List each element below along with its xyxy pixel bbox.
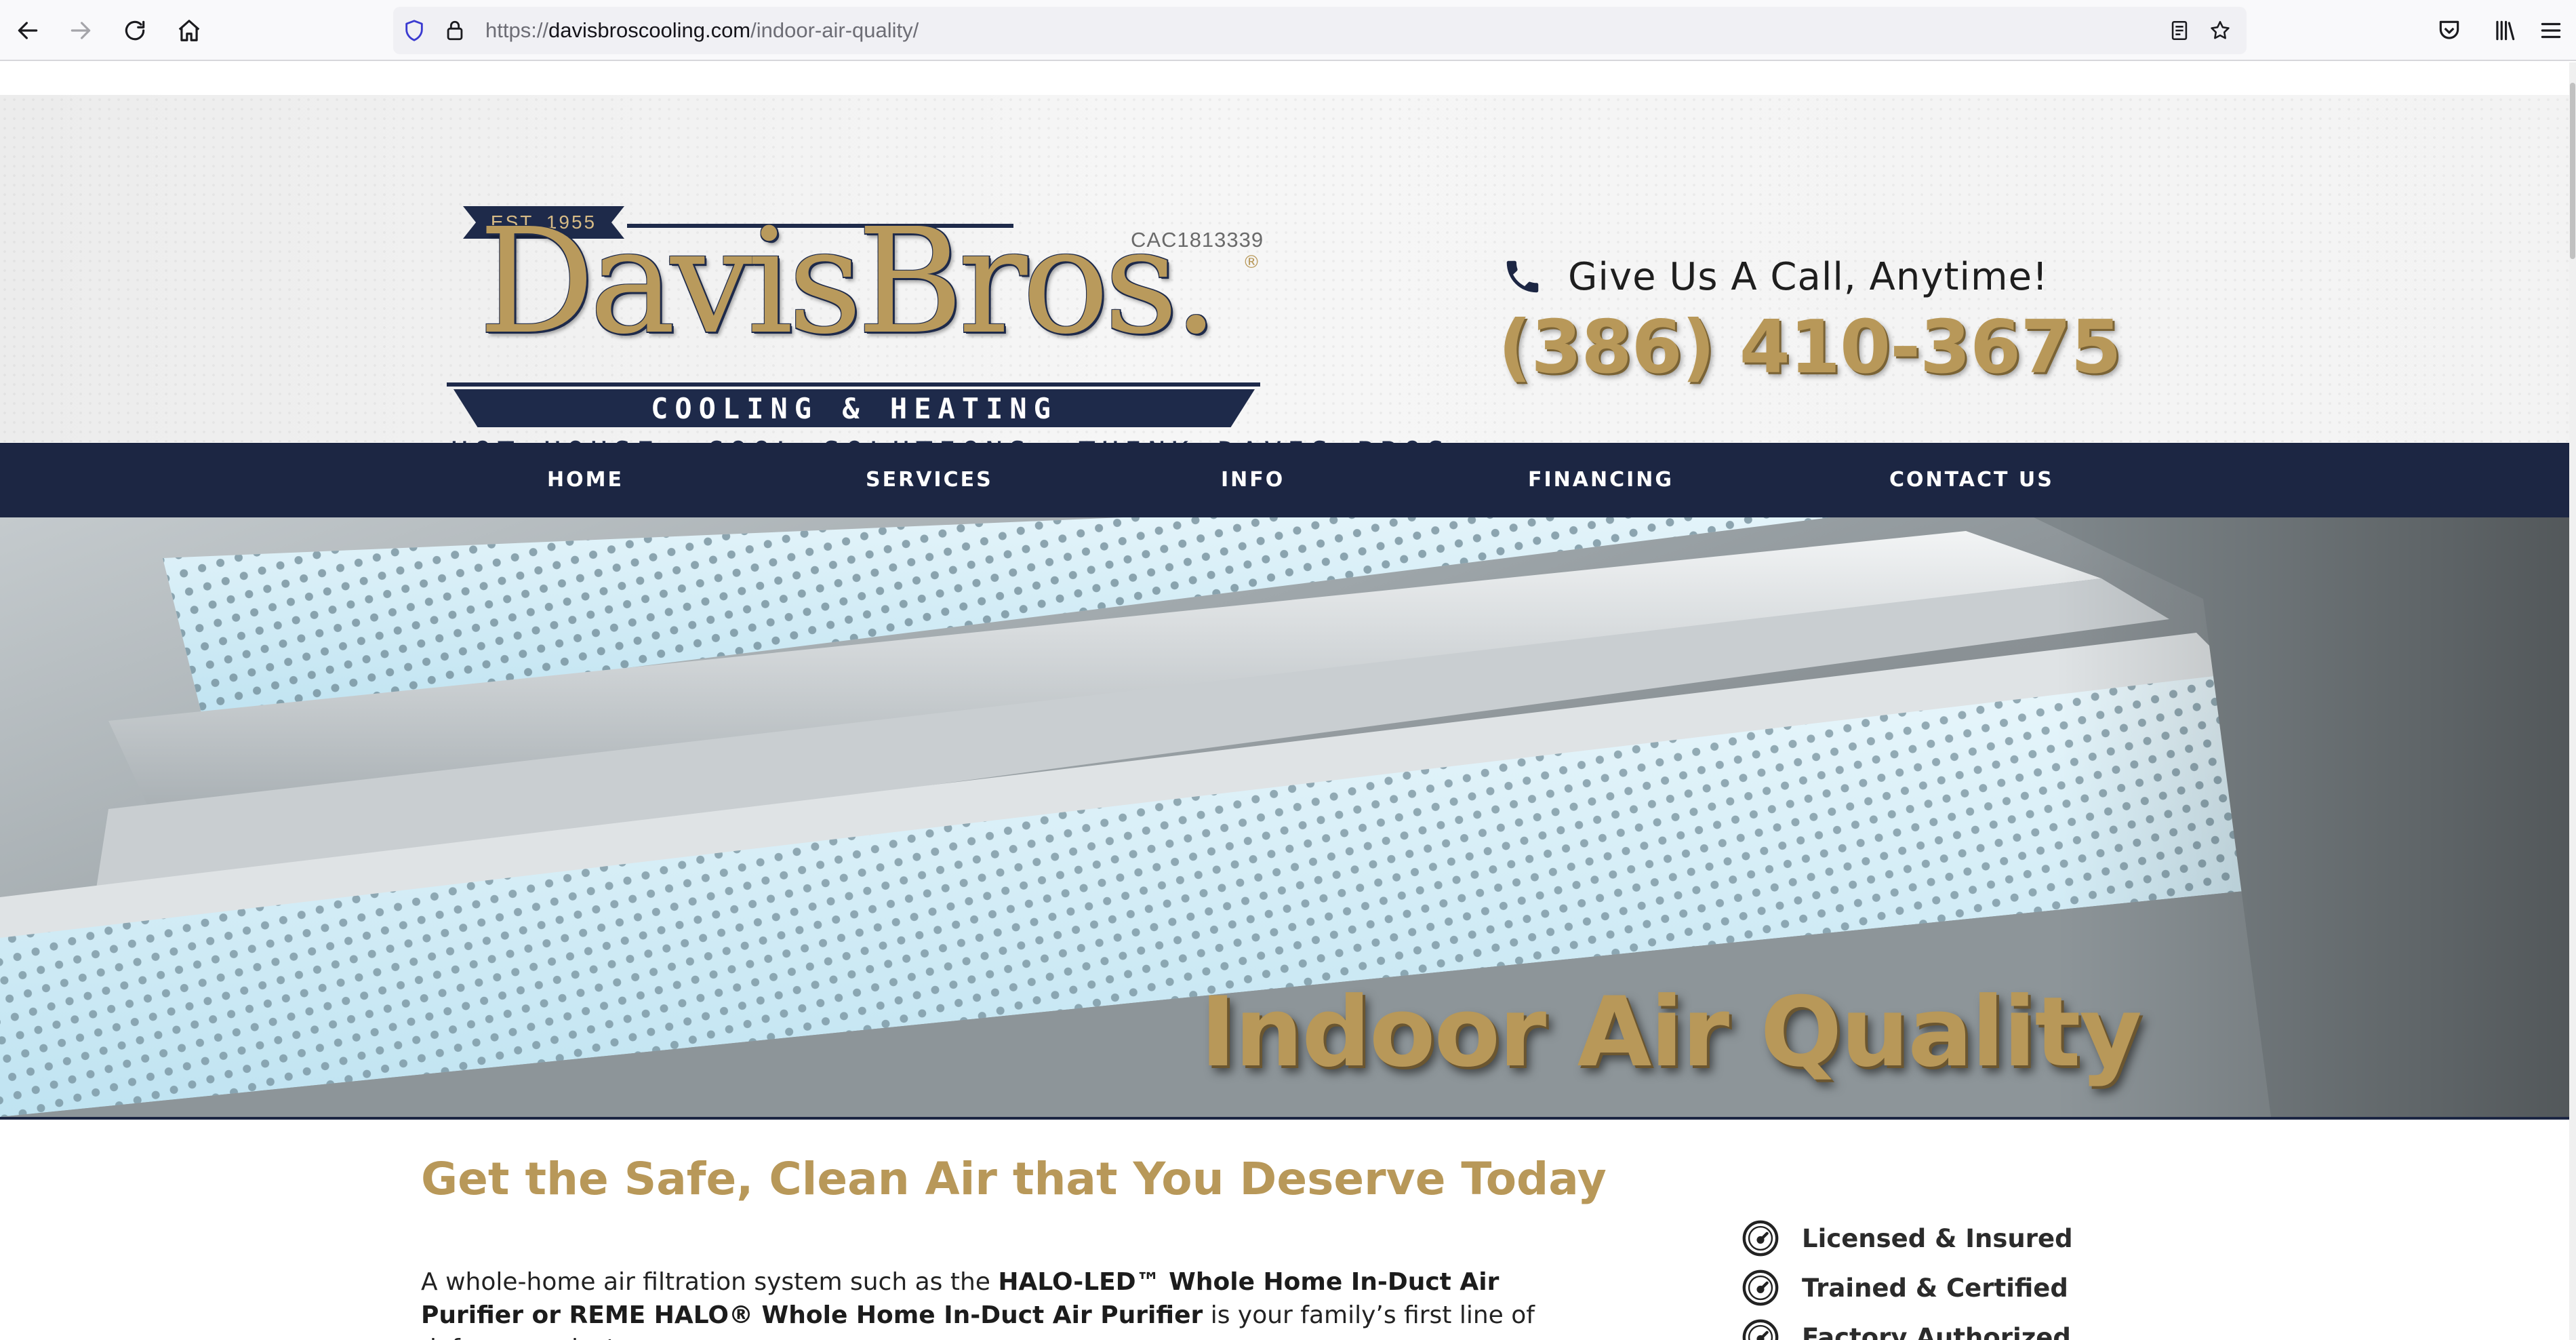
hero-title: Indoor Air Quality — [1200, 977, 2142, 1088]
page-viewport: CAC1813339 EST. 1955 COOLING & HEATING D… — [0, 61, 2569, 1340]
credential-item: Trained & Certified — [1741, 1267, 2068, 1308]
browser-toolbar: https://davisbroscooling.com/indoor-air-… — [0, 0, 2576, 61]
logo-band: COOLING & HEATING — [454, 389, 1255, 427]
credential-label: Licensed & Insured — [1802, 1223, 2073, 1253]
content-heading: Get the Safe, Clean Air that You Deserve… — [421, 1153, 1607, 1205]
lock-icon[interactable] — [442, 18, 468, 43]
home-icon — [178, 20, 200, 41]
pocket-button[interactable] — [2431, 12, 2468, 49]
reload-icon — [125, 20, 145, 41]
nav-item-info[interactable]: INFO — [1221, 443, 1285, 517]
url-text[interactable]: https://davisbroscooling.com/indoor-air-… — [485, 18, 919, 43]
library-button[interactable] — [2487, 12, 2523, 49]
url-scheme: https:// — [485, 18, 549, 42]
site-logo[interactable]: EST. 1955 COOLING & HEATING DavisBros. ®… — [437, 202, 1468, 473]
hero-banner: Indoor Air Quality — [0, 517, 2569, 1120]
shield-icon[interactable] — [401, 18, 427, 43]
home-button[interactable] — [171, 12, 207, 49]
gauge-icon — [1742, 1319, 1779, 1340]
reload-button[interactable] — [117, 12, 153, 49]
site-header: CAC1813339 EST. 1955 COOLING & HEATING D… — [0, 95, 2569, 469]
gauge-icon — [1742, 1269, 1779, 1306]
page-scrollbar[interactable] — [2569, 62, 2576, 1340]
content-body: A whole-home air filtration system such … — [421, 1265, 1546, 1340]
phone-number[interactable]: (386) 410-3675 — [1498, 305, 2122, 390]
forward-icon — [71, 22, 91, 39]
library-icon — [2496, 20, 2515, 41]
back-icon — [18, 22, 38, 39]
nav-item-services[interactable]: SERVICES — [866, 443, 993, 517]
address-bar[interactable]: https://davisbroscooling.com/indoor-air-… — [393, 7, 2247, 54]
body-intro: A whole-home air filtration system such … — [421, 1268, 999, 1296]
nav-item-financing[interactable]: FINANCING — [1528, 443, 1674, 517]
nav-item-contact-us[interactable]: CONTACT US — [1889, 443, 2054, 517]
gauge-icon — [1742, 1220, 1779, 1257]
credential-label: Factory Authorized — [1802, 1322, 2071, 1340]
credential-item: Factory Authorized — [1741, 1317, 2071, 1340]
pocket-icon — [2439, 20, 2459, 39]
scrollbar-thumb[interactable] — [2570, 83, 2575, 259]
credential-item: Licensed & Insured — [1741, 1218, 2073, 1259]
menu-icon — [2541, 22, 2561, 39]
logo-wordmark: DavisBros. — [443, 208, 1249, 357]
reader-view-icon[interactable] — [2167, 18, 2192, 43]
bookmark-star-icon[interactable] — [2207, 18, 2233, 43]
logo-band-text: COOLING & HEATING — [651, 392, 1058, 425]
registered-mark: ® — [1243, 252, 1260, 273]
logo-band-rule — [447, 382, 1260, 387]
menu-button[interactable] — [2533, 12, 2569, 49]
main-nav: HOME SERVICES INFO FINANCING CONTACT US — [0, 443, 2569, 517]
nav-item-home[interactable]: HOME — [547, 443, 624, 517]
logo-name-text: DavisBros. — [478, 197, 1220, 366]
url-path: /indoor-air-quality/ — [750, 18, 919, 42]
call-prompt: Give Us A Call, Anytime! — [1502, 250, 2048, 304]
phone-icon — [1506, 260, 1539, 293]
forward-button[interactable] — [62, 12, 99, 49]
back-button[interactable] — [9, 12, 46, 49]
credential-label: Trained & Certified — [1802, 1273, 2068, 1303]
url-host: davisbroscooling.com — [548, 18, 751, 42]
call-label: Give Us A Call, Anytime! — [1568, 254, 2049, 299]
